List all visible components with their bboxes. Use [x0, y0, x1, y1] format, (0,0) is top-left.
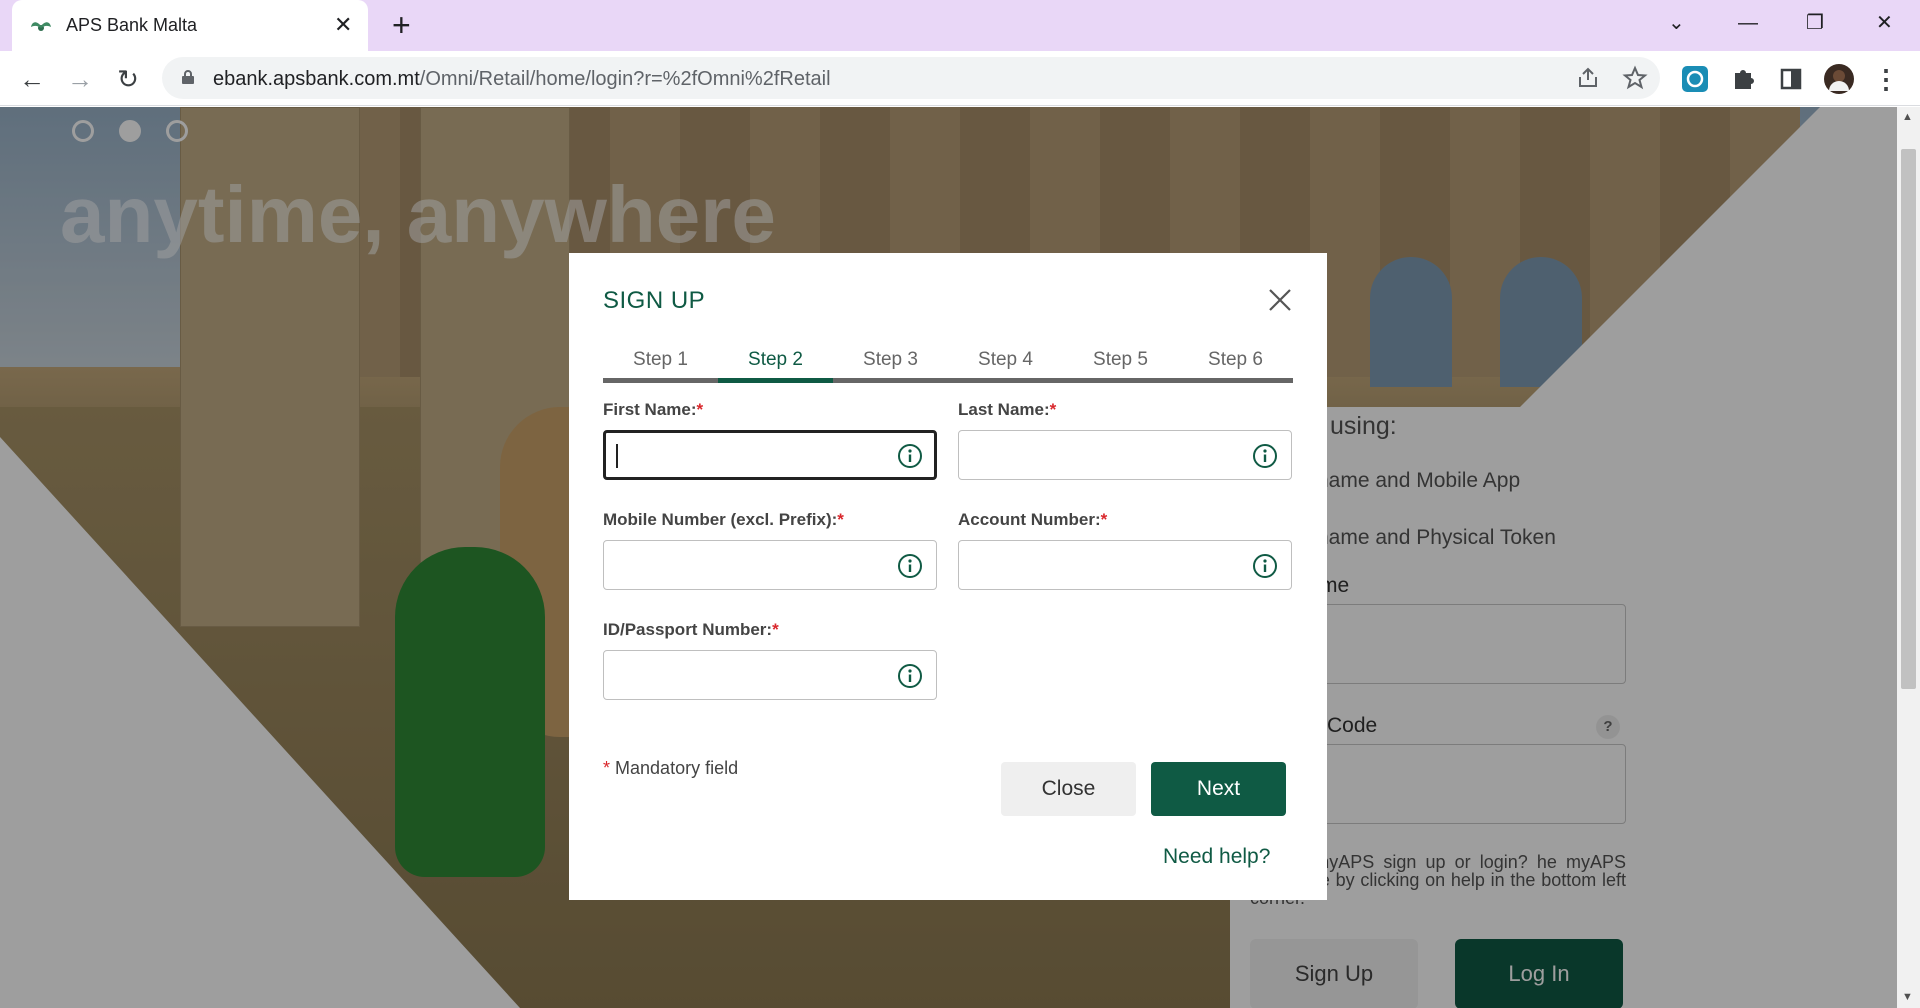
- tab-search-chevron-icon[interactable]: ⌄: [1668, 8, 1685, 38]
- share-icon[interactable]: [1575, 65, 1601, 91]
- menu-kebab-icon[interactable]: ⋮: [1870, 63, 1902, 95]
- window-close-icon[interactable]: ✕: [1876, 8, 1893, 38]
- id-passport-input[interactable]: [603, 650, 937, 700]
- info-icon[interactable]: [897, 663, 923, 689]
- last-name-label: Last Name:*: [958, 400, 1057, 419]
- puzzle-icon[interactable]: [1727, 63, 1759, 95]
- step-6-tab: Step 6: [1208, 349, 1263, 370]
- extension-icon[interactable]: [1679, 63, 1711, 95]
- scroll-down-icon[interactable]: ▼: [1902, 991, 1913, 1003]
- mobile-number-input[interactable]: [603, 540, 937, 590]
- need-help-link[interactable]: Need help?: [1163, 845, 1270, 869]
- tab-title: APS Bank Malta: [66, 15, 198, 35]
- url-text: ebank.apsbank.com.mt/Omni/Retail/home/lo…: [213, 68, 831, 90]
- sign-up-modal: SIGN UP Step 1 Step 2 Step 3 Step 4 Step…: [569, 253, 1327, 900]
- info-icon[interactable]: [1252, 553, 1278, 579]
- first-name-input[interactable]: [603, 430, 937, 480]
- minimize-icon[interactable]: —: [1738, 8, 1758, 38]
- step-3-tab: Step 3: [863, 349, 918, 370]
- aps-logo-icon: [31, 22, 51, 31]
- back-icon[interactable]: ←: [16, 63, 48, 95]
- forward-icon[interactable]: →: [64, 63, 96, 95]
- reload-icon[interactable]: ↻: [112, 63, 144, 95]
- side-panel-icon[interactable]: [1775, 63, 1807, 95]
- next-button[interactable]: Next: [1151, 762, 1286, 816]
- tab-close-icon[interactable]: ✕: [334, 12, 352, 38]
- first-name-label: First Name:*: [603, 400, 704, 419]
- browser-tab[interactable]: APS Bank Malta ✕: [12, 0, 368, 51]
- info-icon[interactable]: [1252, 443, 1278, 469]
- address-bar[interactable]: ebank.apsbank.com.mt/Omni/Retail/home/lo…: [162, 57, 1660, 99]
- step-4-tab: Step 4: [978, 349, 1033, 370]
- lock-icon: [182, 70, 194, 84]
- bookmark-star-icon[interactable]: [1622, 65, 1648, 91]
- info-icon[interactable]: [897, 553, 923, 579]
- text-caret: [616, 444, 618, 468]
- step-5-tab: Step 5: [1093, 349, 1148, 370]
- account-number-input[interactable]: [958, 540, 1292, 590]
- step-progress: Step 1 Step 2 Step 3 Step 4 Step 5 Step …: [603, 349, 1293, 383]
- info-icon[interactable]: [897, 443, 923, 469]
- mobile-number-label: Mobile Number (excl. Prefix):*: [603, 510, 844, 529]
- scrollbar-thumb[interactable]: [1901, 149, 1916, 689]
- modal-close-icon[interactable]: [1263, 283, 1297, 317]
- active-step-indicator: [718, 378, 833, 383]
- close-button[interactable]: Close: [1001, 762, 1136, 816]
- restore-icon[interactable]: ❐: [1806, 8, 1824, 38]
- browser-tab-bar: APS Bank Malta ✕ + ⌄ — ❐ ✕: [0, 0, 1920, 51]
- profile-avatar[interactable]: [1823, 63, 1855, 95]
- step-2-tab: Step 2: [748, 349, 803, 370]
- scroll-up-icon[interactable]: ▲: [1902, 111, 1913, 123]
- id-passport-label: ID/Passport Number:*: [603, 620, 779, 639]
- mandatory-field-note: * Mandatory field: [603, 758, 739, 778]
- account-number-label: Account Number:*: [958, 510, 1108, 529]
- modal-title: SIGN UP: [603, 287, 706, 314]
- page-scrollbar[interactable]: ▲ ▼: [1897, 107, 1920, 1008]
- step-1-tab: Step 1: [633, 349, 688, 370]
- new-tab-icon[interactable]: +: [392, 9, 411, 41]
- last-name-input[interactable]: [958, 430, 1292, 480]
- browser-toolbar: ← → ↻ ebank.apsbank.com.mt/Omni/Retail/h…: [0, 51, 1920, 106]
